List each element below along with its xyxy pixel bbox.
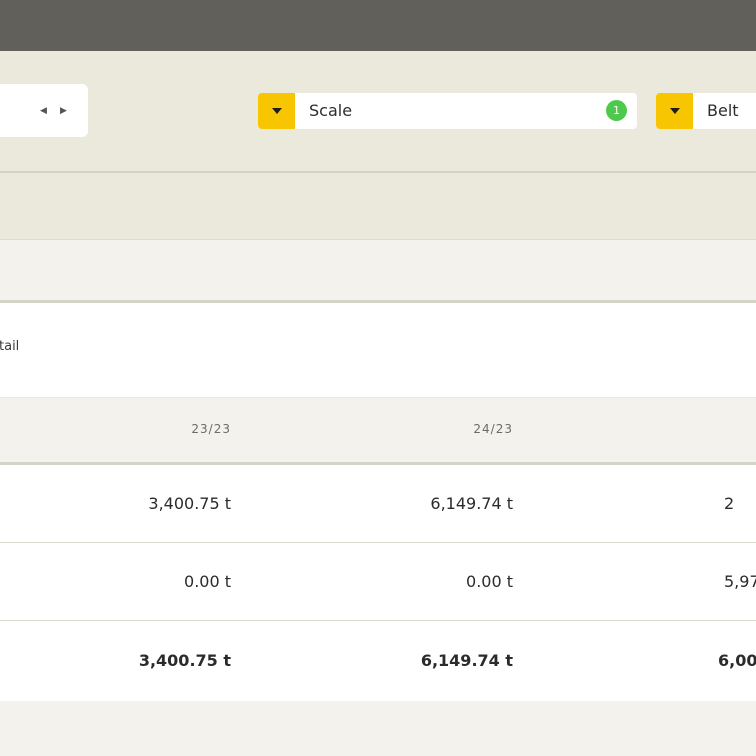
belt-filter-label: Belt	[707, 101, 739, 120]
table-total-row: 3,400.75 t 6,149.74 t 6,00	[0, 621, 756, 701]
table-cell: 6,149.74 t	[430, 494, 513, 513]
detail-row: tail	[0, 303, 756, 397]
table-header-row: 23/23 24/23	[0, 397, 756, 463]
table-cell: 6,00	[718, 651, 756, 670]
top-bar	[0, 0, 756, 51]
table-row: 0.00 t 0.00 t 5,97	[0, 543, 756, 621]
scale-dropdown-toggle[interactable]	[258, 93, 295, 129]
table-cell: 3,400.75 t	[138, 651, 231, 670]
scale-selected-count-badge: 1	[606, 100, 627, 121]
toolbar-band	[0, 173, 756, 240]
next-arrow-icon[interactable]: ▶	[60, 106, 67, 116]
caret-down-icon	[669, 108, 680, 114]
table-cell: 0.00 t	[466, 572, 513, 591]
detail-label: tail	[0, 339, 20, 354]
belt-dropdown-toggle[interactable]	[656, 93, 693, 129]
belt-filter-dropdown[interactable]: Belt	[656, 93, 756, 129]
date-navigator: ◀ ▶	[0, 84, 88, 137]
table-footer	[0, 701, 756, 756]
filter-bar: ◀ ▶ Scale 1 Belt	[0, 51, 756, 171]
scale-filter-label: Scale	[309, 101, 353, 120]
column-header: 24/23	[473, 422, 513, 436]
table-cell: 0.00 t	[184, 572, 231, 591]
table-cell: 5,97	[724, 572, 756, 591]
section-band	[0, 240, 756, 301]
table-cell: 6,149.74 t	[420, 651, 513, 670]
column-header: 23/23	[191, 422, 231, 436]
table-cell: 3,400.75 t	[148, 494, 231, 513]
table-cell: 2	[724, 494, 735, 513]
table-row: 3,400.75 t 6,149.74 t 2	[0, 465, 756, 543]
caret-down-icon	[271, 108, 282, 114]
scale-filter-dropdown[interactable]: Scale 1	[258, 93, 637, 129]
prev-arrow-icon[interactable]: ◀	[40, 106, 47, 116]
